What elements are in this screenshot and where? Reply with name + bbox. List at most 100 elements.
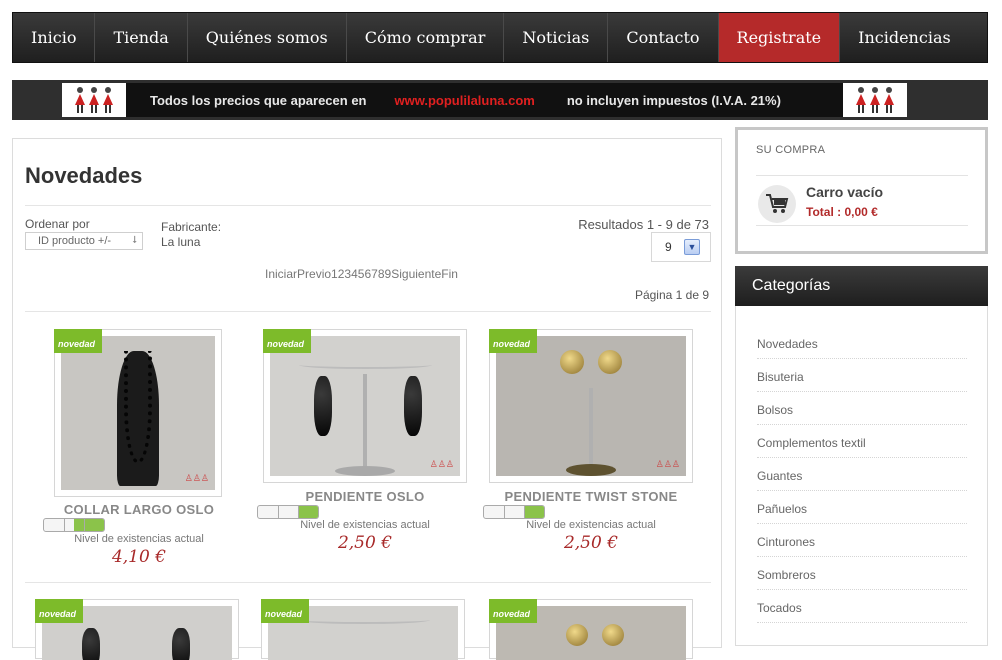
- nav-item-quienes-somos[interactable]: Quiénes somos: [188, 13, 347, 62]
- product-card: ♙♙♙ novedad PENDIENTE TWIST STONE Nivel …: [483, 329, 693, 569]
- product-card: novedad: [489, 599, 693, 660]
- figure-icon: [103, 87, 113, 113]
- banner-text-before: Todos los precios que aparecen en: [150, 92, 367, 108]
- new-badge: novedad: [54, 329, 102, 353]
- stock-label: Nivel de existencias actual: [300, 519, 430, 531]
- page-title: Novedades: [25, 163, 143, 188]
- necklace-image: [103, 336, 173, 486]
- earring-image: [566, 624, 588, 646]
- category-item[interactable]: Guantes: [757, 458, 967, 491]
- category-item[interactable]: Sombreros: [757, 557, 967, 590]
- pagination-page-1[interactable]: 1: [331, 267, 338, 281]
- maker-label: Fabricante:: [161, 220, 222, 234]
- sort-label: Ordenar por: [25, 217, 90, 231]
- product-card: ♙♙♙ novedad PENDIENTE OSLO Nivel de exis…: [257, 329, 467, 569]
- brand-figures-icon: ♙♙♙: [429, 459, 454, 469]
- nav-item-como-comprar[interactable]: Cómo comprar: [347, 13, 505, 62]
- category-item[interactable]: Bisuteria: [757, 359, 967, 392]
- nav-item-noticias[interactable]: Noticias: [504, 13, 609, 62]
- stock-level-fill: [524, 506, 544, 518]
- new-badge: novedad: [489, 329, 537, 353]
- nav-item-incidencias[interactable]: Incidencias: [840, 13, 969, 62]
- divider: [756, 175, 968, 176]
- page-indicator: Página 1 de 9: [634, 288, 709, 302]
- banner-site-link[interactable]: www.populilaluna.com: [395, 93, 535, 108]
- product-price: 4,10 €: [111, 547, 167, 567]
- tax-banner-inner: Todos los precios que aparecen en www.po…: [62, 83, 907, 117]
- product-name[interactable]: COLLAR LARGO OSLO: [37, 502, 241, 517]
- pagination-prev[interactable]: Previo: [297, 267, 331, 281]
- product-name[interactable]: PENDIENTE OSLO: [263, 489, 467, 504]
- category-item[interactable]: Tocados: [757, 590, 967, 623]
- divider: [25, 205, 711, 206]
- tax-banner: Todos los precios que aparecen en www.po…: [12, 80, 988, 120]
- figure-icon: [75, 87, 85, 113]
- banner-figures-left: [62, 83, 126, 117]
- product-image-frame[interactable]: ♙♙♙ novedad: [489, 329, 693, 483]
- pagination-page-8[interactable]: 8: [378, 267, 385, 281]
- product-image[interactable]: ♙♙♙: [496, 336, 686, 476]
- earring-image: [404, 376, 422, 436]
- figure-icon: [89, 87, 99, 113]
- categories-header: Categorías: [735, 266, 988, 306]
- pagination-first[interactable]: Iniciar: [265, 267, 297, 281]
- stock-label: Nivel de existencias actual: [526, 519, 656, 531]
- pagination-next[interactable]: Siguiente: [391, 267, 441, 281]
- figure-icon: [870, 87, 880, 113]
- earring-stand: [298, 361, 432, 370]
- product-image-frame[interactable]: novedad: [261, 599, 465, 660]
- cart-widget: SU COMPRA Carro vacío Total : 0,00 €: [735, 127, 988, 254]
- divider: [25, 582, 711, 583]
- earring-image: [602, 624, 624, 646]
- product-price: 2,50 €: [337, 533, 393, 553]
- product-card: ♙♙♙ novedad COLLAR LARGO OSLO Nivel de e…: [37, 329, 241, 569]
- category-item[interactable]: Bolsos: [757, 392, 967, 425]
- main-nav: Inicio Tienda Quiénes somos Cómo comprar…: [12, 12, 988, 63]
- pagination-page-4[interactable]: 4: [351, 267, 358, 281]
- category-item[interactable]: Pañuelos: [757, 491, 967, 524]
- sort-select-value: ID producto +/-: [38, 235, 112, 247]
- category-item[interactable]: Novedades: [757, 326, 967, 359]
- earring-image: [314, 376, 332, 436]
- earring-image: [560, 350, 584, 374]
- product-image[interactable]: ♙♙♙: [270, 336, 460, 476]
- cart-total: Total : 0,00 €: [806, 205, 878, 219]
- nav-item-registrate[interactable]: Registrate: [718, 13, 841, 62]
- nav-item-contacto[interactable]: Contacto: [608, 13, 719, 62]
- product-image-frame[interactable]: novedad: [489, 599, 693, 660]
- product-image-frame[interactable]: novedad: [35, 599, 239, 660]
- divider: [25, 311, 711, 312]
- new-badge: novedad: [489, 599, 537, 623]
- maker-value: La luna: [161, 235, 201, 249]
- product-image-frame[interactable]: ♙♙♙ novedad: [54, 329, 222, 497]
- stock-level-bar: [483, 505, 545, 519]
- sort-select[interactable]: ID producto +/- ⭣: [25, 232, 143, 250]
- cart-status: Carro vacío: [806, 184, 884, 200]
- product-image-frame[interactable]: ♙♙♙ novedad: [263, 329, 467, 483]
- earring-image: [598, 350, 622, 374]
- shopping-cart-icon[interactable]: [758, 185, 796, 223]
- category-item[interactable]: Cinturones: [757, 524, 967, 557]
- chevron-down-icon[interactable]: ▼: [684, 239, 700, 255]
- pagination-last[interactable]: Fin: [441, 267, 458, 281]
- stock-level-fill: [298, 506, 318, 518]
- categories-list: Novedades Bisuteria Bolsos Complementos …: [735, 306, 988, 646]
- nav-item-tienda[interactable]: Tienda: [95, 13, 188, 62]
- new-badge: novedad: [35, 599, 83, 623]
- per-page-select[interactable]: 9 ▼: [651, 232, 711, 262]
- pagination-page-7[interactable]: 7: [371, 267, 378, 281]
- figure-icon: [884, 87, 894, 113]
- sort-direction-icon[interactable]: ⭣: [132, 235, 137, 246]
- results-count: Resultados 1 - 9 de 73: [578, 217, 709, 232]
- product-price: 2,50 €: [563, 533, 619, 553]
- per-page-value: 9: [665, 240, 672, 254]
- earring-stand: [566, 464, 616, 476]
- earring-image: [172, 628, 190, 660]
- category-item[interactable]: Complementos textil: [757, 425, 967, 458]
- nav-item-inicio[interactable]: Inicio: [13, 13, 96, 62]
- new-badge: novedad: [261, 599, 309, 623]
- product-name[interactable]: PENDIENTE TWIST STONE: [489, 489, 693, 504]
- pagination: IniciarPrevio123456789SiguienteFin: [265, 267, 458, 281]
- product-image[interactable]: ♙♙♙: [61, 336, 215, 490]
- stock-level-fill: [74, 519, 104, 531]
